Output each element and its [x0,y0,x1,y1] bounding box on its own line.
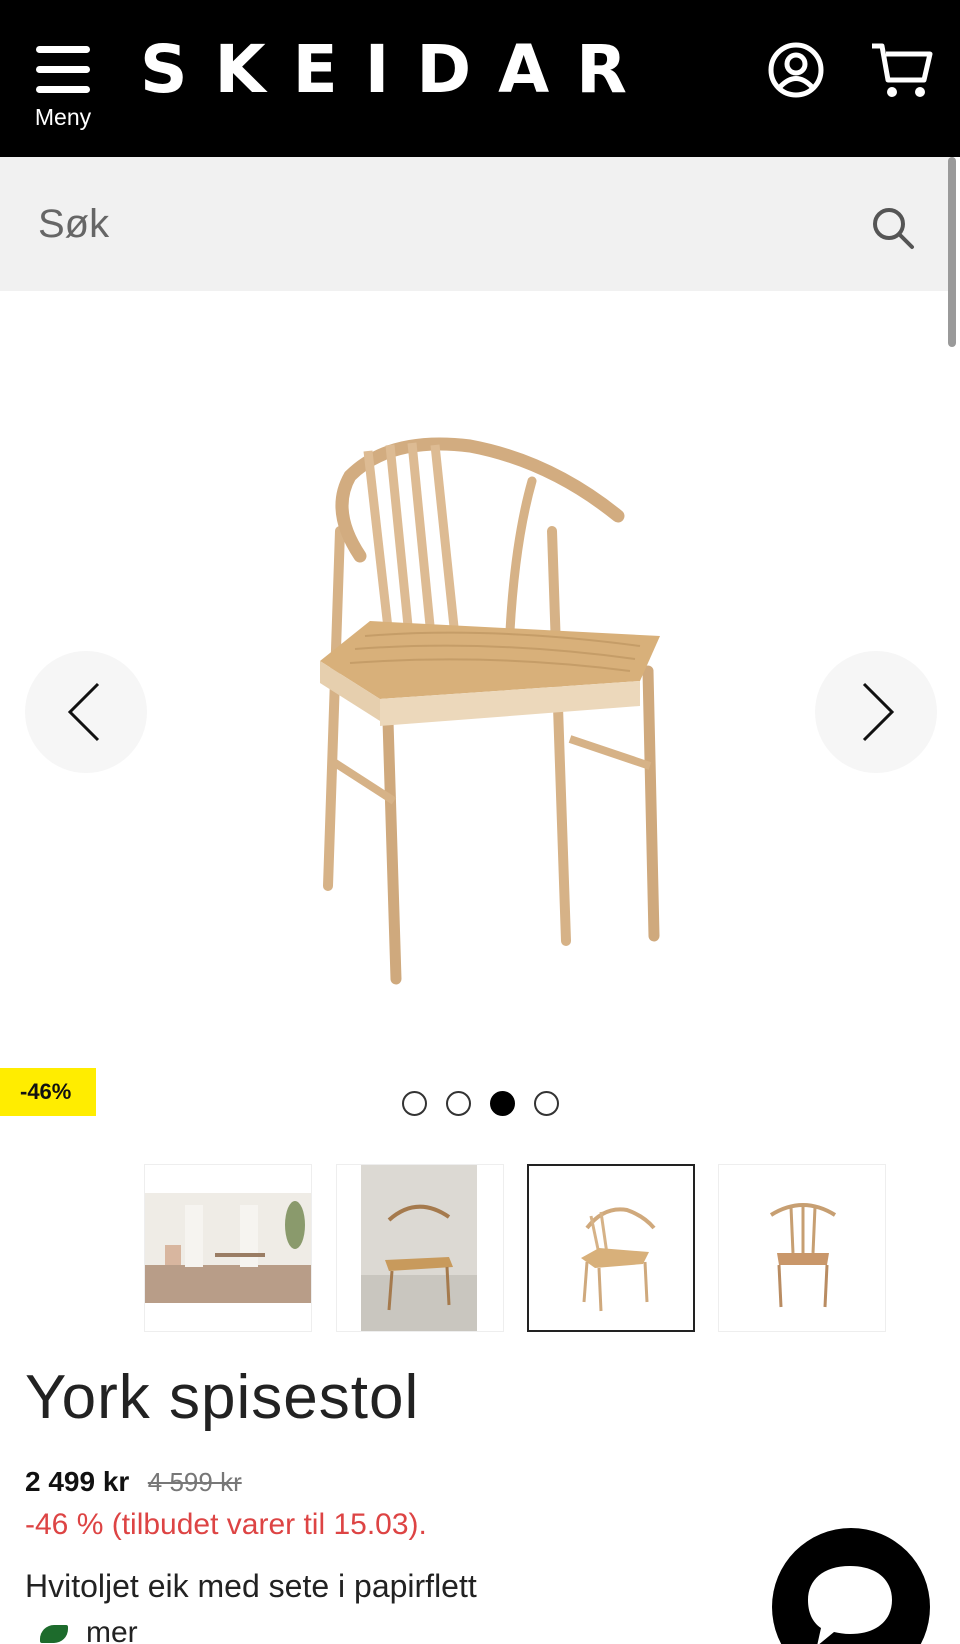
menu-label: Meny [34,104,92,130]
thumbnail-chair-front[interactable] [527,1164,695,1332]
offer-text: -46 % (tilbudet varer til 15.03). [25,1508,427,1541]
search-icon[interactable] [870,205,916,251]
account-icon[interactable] [766,40,826,100]
current-price: 2 499 kr [25,1466,130,1497]
next-image-button[interactable] [815,651,937,773]
chat-button[interactable] [772,1528,930,1644]
gallery-dots [402,1091,562,1117]
thumbnail-chair-back[interactable] [718,1164,886,1332]
menu-button[interactable]: Meny [30,44,96,134]
gallery-dot-2[interactable] [446,1091,471,1116]
search-bar [0,157,950,291]
original-price: 4 599 kr [147,1467,242,1497]
hamburger-icon [36,44,90,93]
thumbnail-chair-in-room[interactable] [336,1164,504,1332]
chevron-left-icon [67,682,100,742]
cart-icon[interactable] [870,40,933,100]
chevron-right-icon [862,682,895,742]
site-header: Meny SKEIDAR [0,0,960,157]
discount-badge: -46% [0,1068,96,1116]
more-info[interactable]: mer [40,1616,138,1644]
more-label: mer [86,1616,138,1644]
previous-image-button[interactable] [25,651,147,773]
thumbnail-room-scene[interactable] [144,1164,312,1332]
search-input[interactable] [38,189,818,259]
gallery-dot-1[interactable] [402,1091,427,1116]
gallery-dot-4[interactable] [534,1091,559,1116]
product-description: Hvitoljet eik med sete i papirflett [25,1568,477,1604]
product-main-image[interactable] [270,421,690,1001]
product-title: York spisestol [25,1363,420,1432]
leaf-icon [40,1625,68,1644]
site-logo[interactable]: SKEIDAR [140,34,680,106]
chat-bubble-icon [808,1566,892,1644]
gallery-dot-3[interactable] [490,1091,515,1116]
product-gallery [0,291,960,1081]
price-row: 2 499 kr 4 599 kr [25,1466,242,1502]
